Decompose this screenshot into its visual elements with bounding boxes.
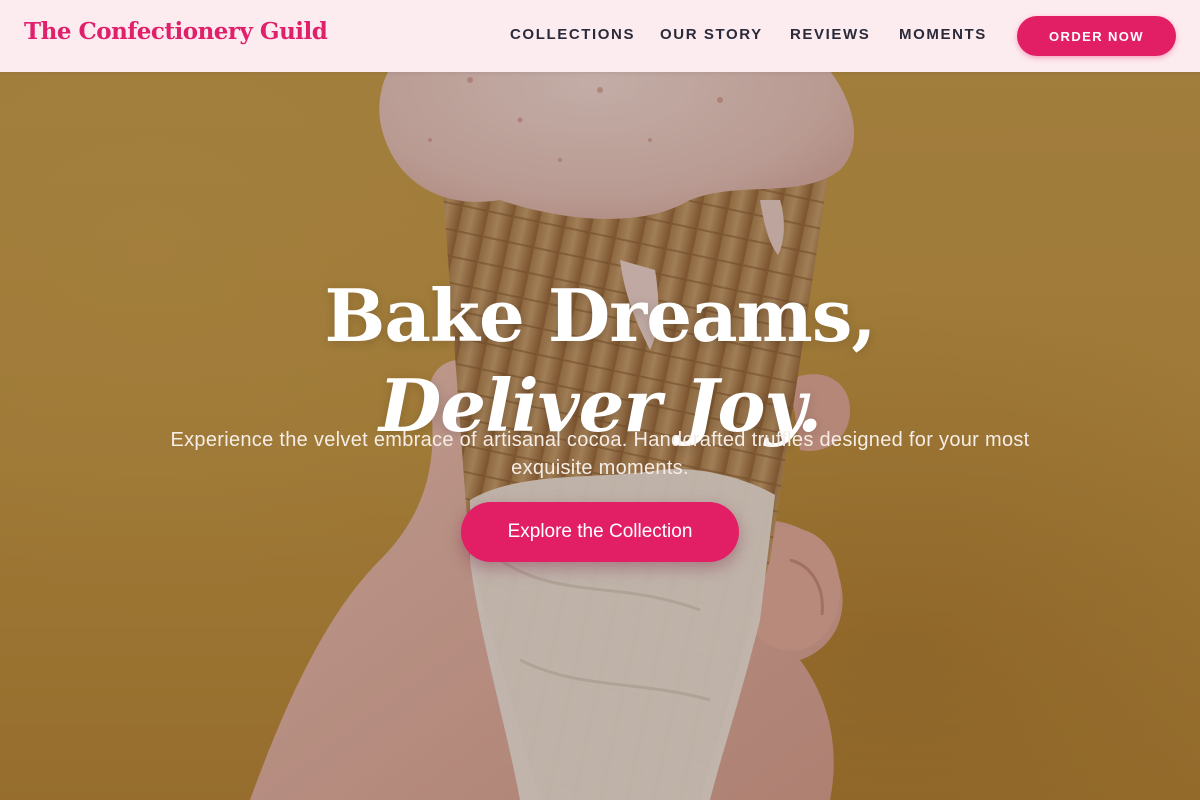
brand-logo[interactable]: The Confectionery Guild bbox=[24, 18, 328, 45]
nav-link-reviews[interactable]: REVIEWS bbox=[790, 26, 870, 43]
explore-collection-button[interactable]: Explore the Collection bbox=[461, 502, 739, 562]
hero-section: Bake Dreams, Deliver Joy. Experience the… bbox=[0, 0, 1200, 800]
nav-link-moments[interactable]: MOMENTS bbox=[899, 26, 987, 43]
hero-headline-line1: Bake Dreams, bbox=[324, 273, 877, 359]
top-navigation: The Confectionery Guild COLLECTIONS OUR … bbox=[0, 0, 1200, 72]
nav-link-our-story[interactable]: OUR STORY bbox=[660, 26, 763, 43]
order-now-button[interactable]: ORDER NOW bbox=[1017, 16, 1176, 56]
hero-subtitle: Experience the velvet embrace of artisan… bbox=[170, 429, 1030, 479]
nav-link-collections[interactable]: COLLECTIONS bbox=[510, 26, 635, 43]
